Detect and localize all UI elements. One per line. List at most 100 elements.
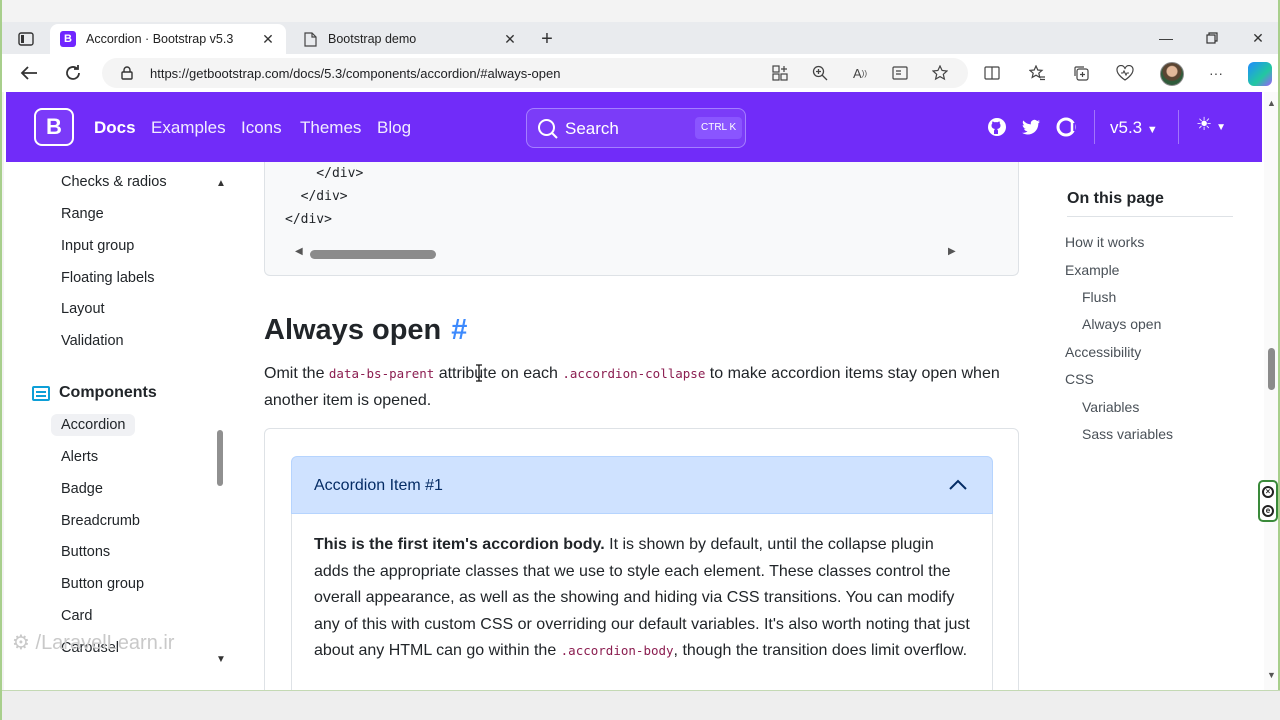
toc-link-accessibility[interactable]: Accessibility (1065, 344, 1141, 360)
favorite-star-icon[interactable] (930, 64, 950, 82)
sidebar-item-validation[interactable]: Validation (61, 333, 124, 349)
tab-actions-icon[interactable] (12, 28, 40, 50)
sidebar-item-buttons[interactable]: Buttons (61, 544, 110, 560)
sidebar-item-range[interactable]: Range (61, 206, 104, 222)
docs-sidebar: Checks & radios Range Input group Floati… (4, 162, 236, 690)
twitter-icon[interactable] (1020, 116, 1042, 138)
watermark: ⚙ /LaravelLearn.ir (12, 632, 175, 654)
search-shortcut: CTRL K (695, 117, 743, 139)
github-icon[interactable] (986, 116, 1008, 138)
browser-essentials-icon[interactable] (1115, 63, 1135, 83)
immersive-reader-icon[interactable] (890, 64, 910, 82)
opencollective-icon[interactable] (1055, 116, 1077, 138)
copilot-icon[interactable] (1248, 62, 1272, 86)
tab-title: Bootstrap demo (328, 32, 417, 46)
read-aloud-icon[interactable]: A)) (850, 64, 870, 82)
scroll-down-icon[interactable]: ▼ (1267, 670, 1276, 680)
browser-window: B Accordion · Bootstrap v5.3 ✕ Bootstrap… (0, 0, 1280, 720)
intro-text: Omit the (264, 365, 329, 382)
toc-title: On this page (1067, 190, 1164, 207)
accordion-item-1-header[interactable]: Accordion Item #1 (291, 456, 993, 514)
restore-icon[interactable] (1200, 28, 1224, 48)
sidebar-item-alerts[interactable]: Alerts (61, 449, 98, 465)
text-cursor-icon (476, 364, 482, 382)
page-scrollbar[interactable]: ▲ ▼ (1264, 92, 1278, 690)
app-install-icon[interactable] (770, 64, 790, 82)
minimize-icon[interactable]: — (1154, 28, 1178, 48)
new-tab-plus-icon[interactable]: + (536, 28, 558, 50)
close-icon[interactable]: ✕ (502, 31, 518, 47)
close-window-icon[interactable]: ✕ (1246, 28, 1270, 48)
version-dropdown[interactable]: v5.3 ▼ (1110, 118, 1158, 138)
tab-bootstrap-demo[interactable]: Bootstrap demo ✕ (292, 24, 528, 54)
nav-themes[interactable]: Themes (300, 118, 361, 138)
sidebar-item-input-group[interactable]: Input group (61, 238, 134, 254)
accordion-example: Accordion Item #1 This is the first item… (264, 428, 1019, 690)
sidebar-section-components[interactable]: Components (32, 384, 157, 402)
bootstrap-favicon-icon: B (60, 31, 76, 47)
toc-link-example[interactable]: Example (1065, 262, 1119, 278)
sidebar-item-layout[interactable]: Layout (61, 301, 105, 317)
collections-icon[interactable] (1071, 63, 1091, 83)
sidebar-section-label: Components (59, 384, 157, 401)
chevron-down-icon: ▼ (1216, 122, 1227, 133)
sidebar-item-checks-radios[interactable]: Checks & radios (61, 174, 167, 190)
toc-link-css[interactable]: CSS (1065, 371, 1094, 387)
theme-toggle[interactable]: ☀ ▼ (1196, 114, 1226, 135)
profile-avatar[interactable] (1160, 62, 1184, 86)
nav-icons[interactable]: Icons (241, 118, 282, 138)
section-intro: Omit the data-bs-parent attribute on eac… (264, 360, 1004, 414)
scroll-right-icon[interactable]: ▶ (948, 246, 956, 257)
nav-blog[interactable]: Blog (377, 118, 411, 138)
accordion-body-strong: This is the first item's accordion body. (314, 536, 605, 553)
split-screen-icon[interactable] (982, 63, 1002, 83)
refresh-icon[interactable] (62, 62, 84, 84)
search-label: Search (565, 119, 619, 138)
sun-icon: ☀ (1196, 114, 1213, 134)
address-bar[interactable]: https://getbootstrap.com/docs/5.3/compon… (102, 58, 968, 88)
tab-accordion[interactable]: B Accordion · Bootstrap v5.3 ✕ (50, 24, 286, 54)
bootstrap-logo-icon[interactable]: B (34, 108, 74, 146)
watermark-logo-icon: ⚙ (12, 632, 30, 654)
code-line: </div> (285, 166, 364, 181)
scroll-left-icon[interactable]: ◀ (295, 246, 303, 257)
accordion-item-title: Accordion Item #1 (314, 477, 443, 494)
toc-link-sass-variables[interactable]: Sass variables (1082, 426, 1173, 442)
toc-link-always-open[interactable]: Always open (1082, 316, 1161, 332)
sidebar-item-card[interactable]: Card (61, 608, 92, 624)
sidebar-item-breadcrumb[interactable]: Breadcrumb (61, 513, 140, 529)
extension-badge[interactable]: × e (1258, 480, 1278, 522)
sidebar-scroll-down-icon[interactable]: ▼ (216, 654, 226, 665)
close-icon[interactable]: ✕ (260, 31, 276, 47)
more-options-icon[interactable]: ··· (1206, 63, 1226, 83)
code-line: </div> (285, 212, 332, 227)
section-title-text: Always open (264, 314, 442, 346)
back-arrow-icon[interactable] (18, 62, 40, 84)
sidebar-item-accordion[interactable]: Accordion (51, 414, 136, 436)
sidebar-scroll-up-icon[interactable]: ▲ (216, 178, 226, 189)
lock-icon[interactable] (120, 66, 134, 80)
zoom-icon[interactable] (810, 64, 830, 82)
sidebar-scrollbar[interactable] (217, 430, 223, 486)
toc-link-how-it-works[interactable]: How it works (1065, 234, 1144, 250)
close-extension-icon[interactable]: × (1262, 485, 1274, 498)
nav-docs[interactable]: Docs (94, 118, 136, 138)
docs-search-button[interactable]: Search CTRL K (526, 108, 746, 148)
page-scroll-thumb[interactable] (1268, 348, 1275, 390)
sidebar-item-button-group[interactable]: Button group (61, 576, 144, 592)
sidebar-item-badge[interactable]: Badge (61, 481, 103, 497)
scroll-up-icon[interactable]: ▲ (1267, 98, 1276, 108)
toc-link-variables[interactable]: Variables (1082, 399, 1139, 415)
section-anchor-link[interactable]: # (451, 314, 467, 346)
toc-divider (1067, 216, 1233, 217)
url-text[interactable]: https://getbootstrap.com/docs/5.3/compon… (150, 66, 560, 81)
extension-e-icon[interactable]: e (1262, 504, 1274, 517)
favorites-icon[interactable] (1027, 63, 1047, 83)
nav-examples[interactable]: Examples (151, 118, 226, 138)
toc-link-flush[interactable]: Flush (1082, 289, 1116, 305)
code-horizontal-scrollbar[interactable] (310, 250, 436, 259)
accordion-item-1-body: This is the first item's accordion body.… (291, 514, 993, 690)
accordion-body-text: , though the transition does limit overf… (673, 642, 968, 659)
sidebar-item-floating-labels[interactable]: Floating labels (61, 270, 155, 286)
inline-code: .accordion-body (560, 643, 674, 658)
